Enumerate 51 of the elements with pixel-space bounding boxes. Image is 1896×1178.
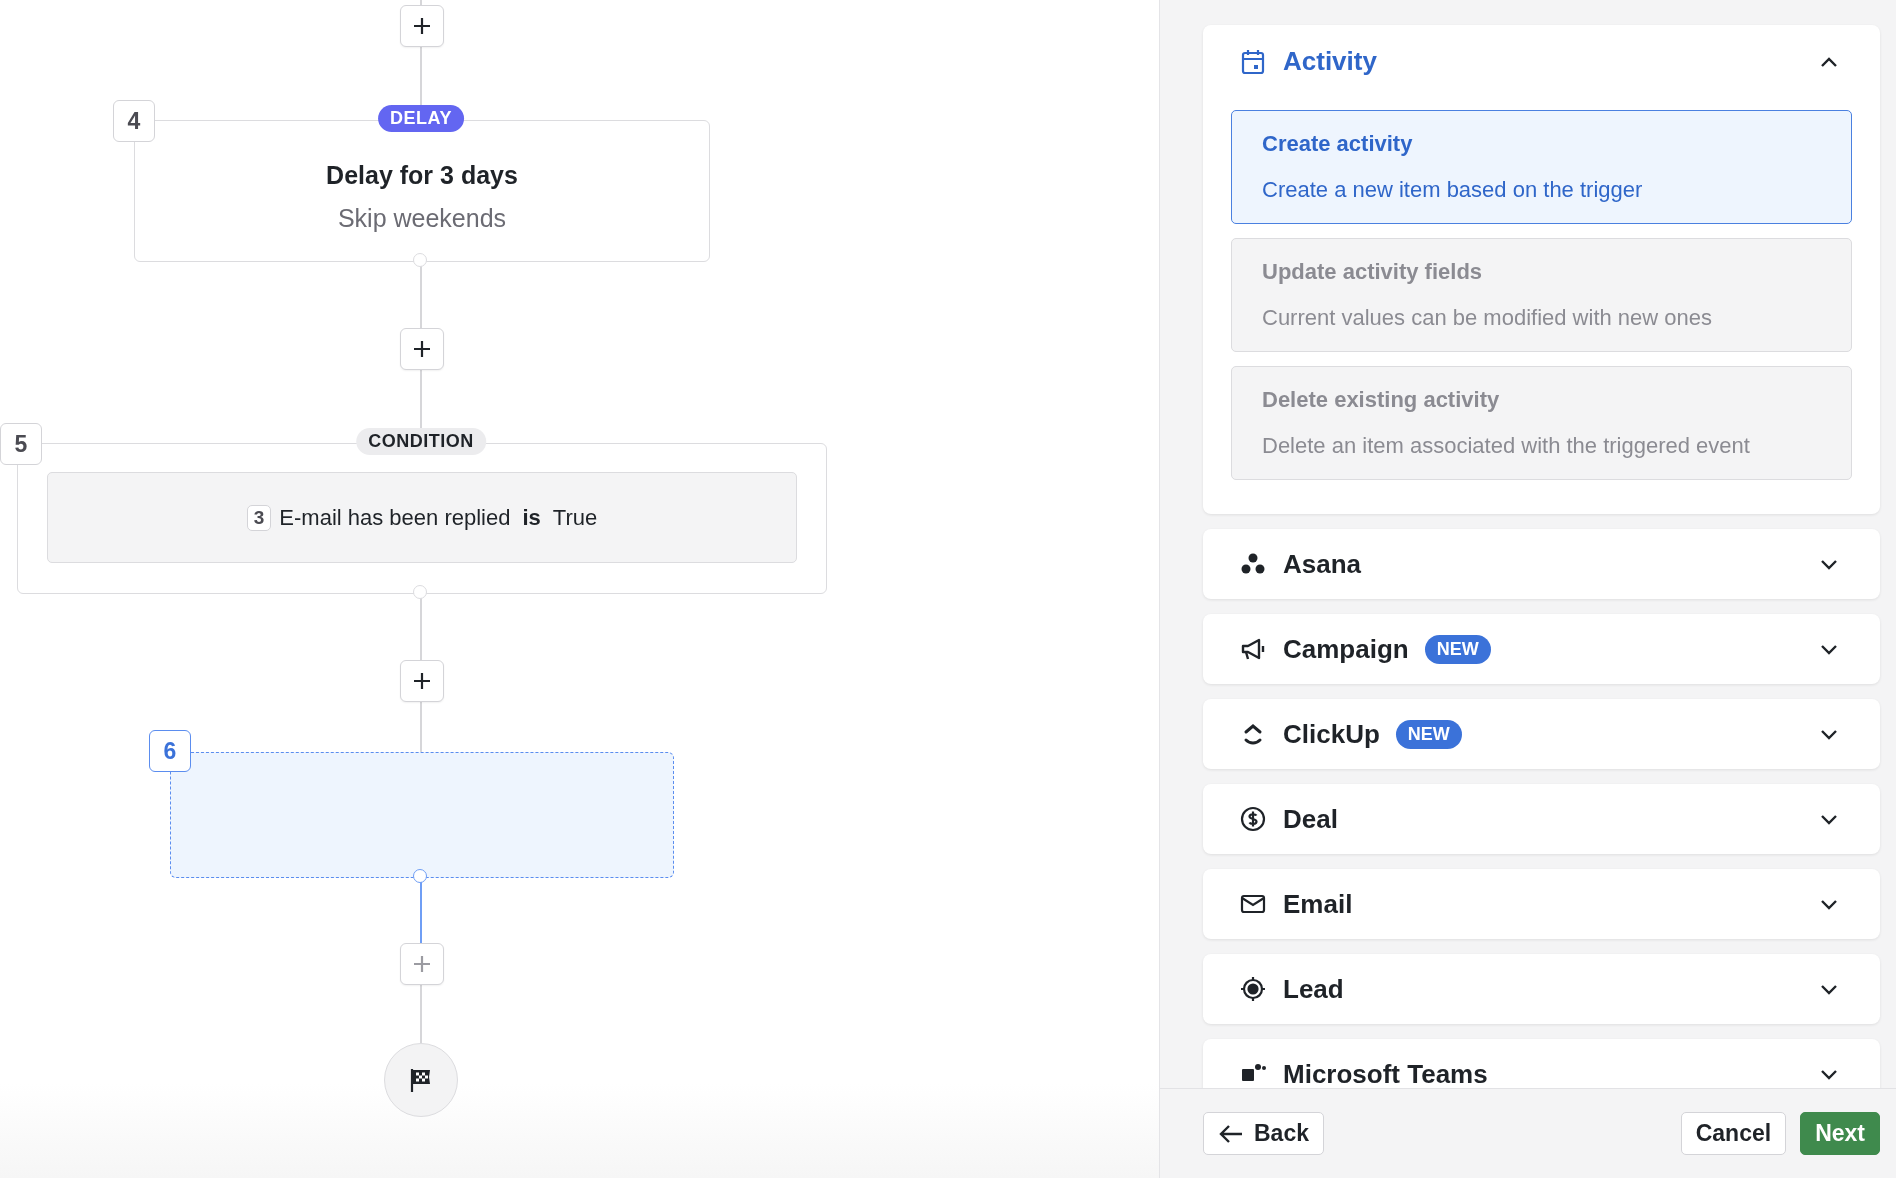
back-button[interactable]: Back [1203, 1112, 1324, 1155]
add-step-button[interactable] [400, 5, 444, 47]
action-group-card[interactable]: Asana [1203, 529, 1880, 599]
cancel-button[interactable]: Cancel [1680, 1112, 1787, 1155]
step-reference: 3 [246, 504, 272, 531]
group-title: Activity [1283, 46, 1377, 77]
step-title: Delay for 3 days [326, 161, 518, 190]
condition-field: E-mail has been replied [279, 504, 511, 531]
step-number: 6 [149, 730, 191, 772]
condition-operator: is [522, 504, 541, 531]
arrow-left-icon [1218, 1122, 1244, 1145]
action-group-card[interactable]: Microsoft Teams [1203, 1039, 1880, 1088]
condition-value: True [552, 504, 598, 531]
option-title: Update activity fields [1262, 259, 1484, 285]
step-number: 4 [113, 100, 155, 142]
group-title: Asana [1283, 548, 1362, 580]
action-group-card[interactable]: Lead [1203, 954, 1880, 1024]
group-title: Campaign [1283, 633, 1409, 665]
step-number: 5 [0, 423, 42, 465]
plus-icon [412, 16, 432, 36]
action-group-header[interactable]: Activity [1203, 25, 1880, 98]
plus-icon [412, 954, 432, 974]
new-badge: NEW [1424, 634, 1491, 664]
option-description: Delete an item associated with the triggered event [1262, 433, 1751, 459]
option-title: Delete existing activity [1262, 387, 1501, 413]
action-option[interactable]: Create activity Create a new item based on the trigger [1231, 110, 1852, 224]
action-group-card[interactable]: Email [1203, 869, 1880, 939]
new-badge: NEW [1395, 719, 1462, 749]
plus-icon [412, 339, 432, 359]
plus-icon [412, 671, 432, 691]
option-title: Create activity [1262, 131, 1414, 157]
target-icon [1239, 975, 1267, 1003]
next-button[interactable]: Next [1800, 1112, 1880, 1155]
option-description: Current values can be modified with new ones [1262, 305, 1714, 331]
add-step-button[interactable] [400, 660, 444, 702]
calendar-icon [1239, 47, 1267, 76]
option-description: Create a new item based on the trigger [1262, 177, 1644, 203]
group-title: Deal [1283, 803, 1338, 835]
delay-badge: DELAY [378, 105, 464, 132]
group-title: Microsoft Teams [1283, 1058, 1488, 1088]
dollar-coin-icon [1239, 805, 1267, 833]
group-title: ClickUp [1283, 718, 1380, 750]
group-title: Lead [1283, 973, 1344, 1005]
action-group-card[interactable]: ClickUp NEW [1203, 699, 1880, 769]
port-handle[interactable] [413, 869, 427, 883]
action-group-card[interactable]: Campaign NEW [1203, 614, 1880, 684]
group-title: Email [1283, 888, 1353, 920]
condition-badge: CONDITION [356, 428, 486, 455]
step-subtitle: Skip weekends [337, 204, 507, 233]
action-group-card[interactable]: Deal [1203, 784, 1880, 854]
add-step-button[interactable] [400, 328, 444, 370]
